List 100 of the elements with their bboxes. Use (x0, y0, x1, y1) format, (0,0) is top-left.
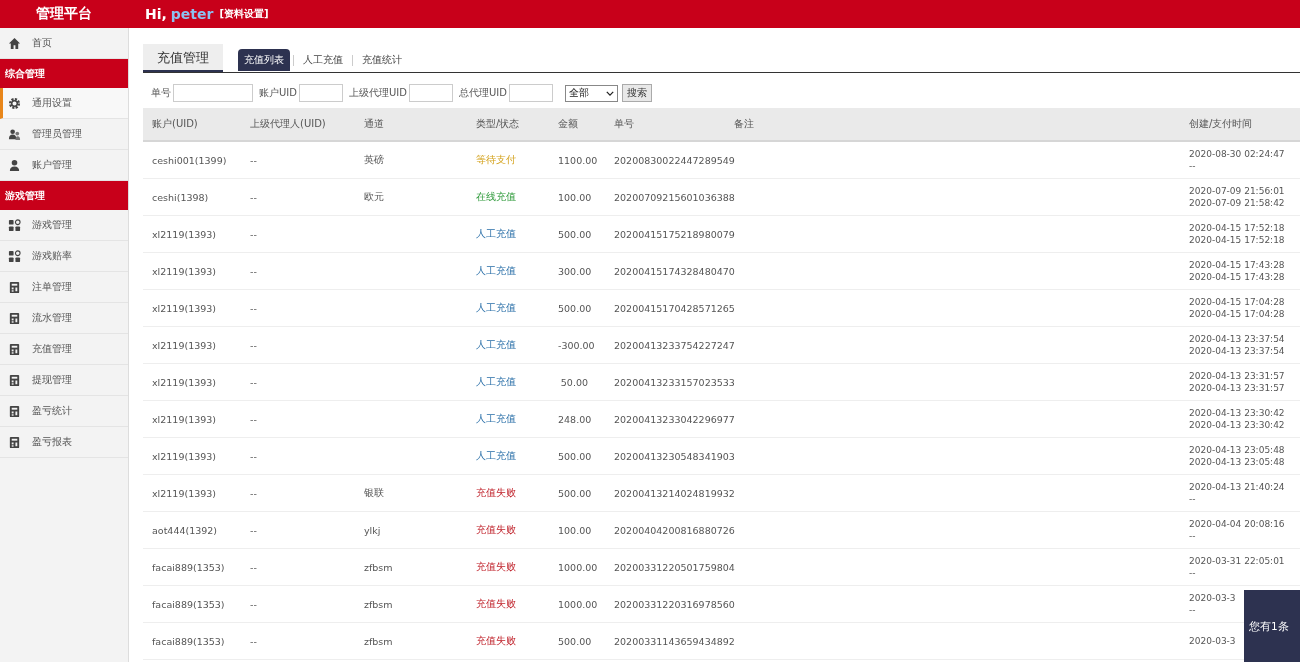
calculator-icon (8, 280, 21, 294)
column-header: 单号 (614, 117, 635, 131)
users-icon (8, 127, 21, 141)
sidebar-item[interactable]: 游戏赔率 (0, 241, 128, 272)
sidebar-item[interactable]: 游戏管理 (0, 210, 128, 241)
status-text: 人工充值 (476, 301, 517, 315)
table-cell-text: 300.00 (558, 265, 593, 277)
column-header: 创建/支付时间 (1189, 117, 1254, 131)
table-cell: 20200413214024819932 (614, 487, 734, 499)
table-cell-text: 2020-04-13 23:30:42 (1189, 420, 1286, 430)
table-cell-text: 500.00 (558, 487, 593, 499)
table-cell-text: -- (1189, 531, 1197, 541)
table-cell-text: 2020-04-15 17:04:28 (1189, 297, 1286, 307)
table-cell: 20200404200816880726 (614, 524, 734, 536)
table-cell-text: 500.00 (558, 450, 593, 462)
table-cell-text: 100.00 (558, 191, 593, 203)
table-cell-text: 2020-04-15 17:43:28 (1189, 260, 1286, 270)
table-cell-text: -- (250, 450, 258, 462)
table-cell: 20200415170428571265 (614, 302, 734, 314)
home-icon (8, 36, 21, 50)
table-cell-text: xl2119(1393) (152, 450, 218, 462)
column-header: 上级代理人(UID) (250, 117, 327, 131)
status-text: 人工充值 (476, 338, 517, 352)
table-cell-text: 500.00 (558, 302, 593, 314)
status-text: 人工充值 (476, 227, 517, 241)
table-cell-text: 2020-04-15 17:43:28 (1189, 272, 1286, 282)
table-cell-text: ceshi(1398) (152, 191, 210, 203)
table-cell-text: xl2119(1393) (152, 339, 218, 351)
sidebar-item[interactable]: 盈亏报表 (0, 427, 128, 458)
table-cell-text: -- (250, 487, 258, 499)
status-text: 充值失败 (476, 523, 517, 537)
table-cell-text: aot444(1392) (152, 524, 219, 536)
input-field[interactable] (408, 84, 453, 102)
calculator-icon (8, 342, 21, 356)
table-cell: 20200413233754227247 (614, 339, 734, 351)
table-cell-text: 500.00 (558, 635, 593, 647)
table-cell-text: 2020-03-3 (1189, 636, 1237, 646)
sidebar-item[interactable]: 注单管理 (0, 272, 128, 303)
table-cell-text: 1100.00 (558, 154, 599, 166)
sidebar-item[interactable]: 流水管理 (0, 303, 128, 334)
status-text: 人工充值 (476, 449, 517, 463)
sidebar-item[interactable]: 充值管理 (0, 334, 128, 365)
status-text: 充值失败 (476, 486, 517, 500)
input-field[interactable] (173, 84, 253, 102)
table-cell-text: xl2119(1393) (152, 228, 218, 240)
table-cell-text: -- (250, 191, 258, 203)
table-cell-text: xl2119(1393) (152, 265, 218, 277)
table-cell-text: facai889(1353) (152, 561, 226, 573)
table-cell-text: -- (250, 154, 258, 166)
sidebar-item[interactable]: 提现管理 (0, 365, 128, 396)
table-cell-text: xl2119(1393) (152, 302, 218, 314)
sidebar-item[interactable]: 通用设置 (0, 88, 128, 119)
table-cell-text: 2020-04-13 23:37:54 (1189, 334, 1286, 344)
table-cell-text: 1000.00 (558, 561, 599, 573)
table-cell-text: 2020-04-13 23:30:42 (1189, 408, 1286, 418)
status-text: 充值失败 (476, 560, 517, 574)
table-cell-text: -- (1189, 605, 1197, 615)
field-label: 单号 (151, 86, 171, 100)
tab[interactable]: 人工充值 (297, 49, 349, 71)
table-cell-text: 欧元 (364, 190, 385, 204)
table-cell-text: zfbsm (364, 635, 394, 647)
table-cell: 20200830022447289549 (614, 154, 734, 166)
table-cell-text: 1000.00 (558, 598, 599, 610)
sidebar-item[interactable]: 管理员管理 (0, 119, 128, 150)
calculator-icon (8, 373, 21, 387)
table-cell-text: 2020-07-09 21:56:01 (1189, 186, 1286, 196)
page-tab[interactable]: 充值管理 (143, 44, 223, 72)
dropdown[interactable]: 全部 (564, 84, 618, 102)
notification-toast: 您有1条 (1244, 590, 1300, 662)
sidebar-item[interactable]: 盈亏统计 (0, 396, 128, 427)
calculator-icon (8, 311, 21, 325)
table-cell-text: -- (250, 598, 258, 610)
input-field[interactable] (298, 84, 343, 102)
input-field[interactable] (508, 84, 553, 102)
table-cell-text: -- (1189, 161, 1197, 171)
status-text: 在线充值 (476, 190, 517, 204)
tab[interactable]: 充值列表 (238, 49, 290, 71)
table-cell-text: zfbsm (364, 598, 394, 610)
table-cell: 20200415175218980079 (614, 228, 734, 240)
calculator-icon (8, 435, 21, 449)
table-cell-text: -- (250, 376, 258, 388)
column-header: 通道 (364, 117, 385, 131)
table-cell-text: 2020-04-13 23:05:48 (1189, 445, 1286, 455)
search-button[interactable]: 搜索 (621, 84, 652, 102)
table-cell-text: -- (250, 265, 258, 277)
greeting-text: Hi, (145, 6, 167, 22)
table-cell: 20200413230548341903 (614, 450, 734, 462)
section-header: 游戏管理 (0, 181, 128, 210)
table-cell-text: -- (1189, 568, 1197, 578)
table-cell-text: -- (250, 413, 258, 425)
profile-link[interactable]: [资料设置] (219, 7, 269, 21)
table-cell-text: xl2119(1393) (152, 487, 218, 499)
table-cell-text: -- (250, 228, 258, 240)
table-cell: 20200331143659434892 (614, 635, 734, 647)
table-cell: 20200331220501759804 (614, 561, 734, 573)
table-cell-text: -- (250, 635, 258, 647)
calculator-icon (8, 404, 21, 418)
tab[interactable]: 充值统计 (356, 49, 408, 71)
table-cell-text: -- (1189, 494, 1197, 504)
table-cell-text: ceshi001(1399) (152, 154, 228, 166)
